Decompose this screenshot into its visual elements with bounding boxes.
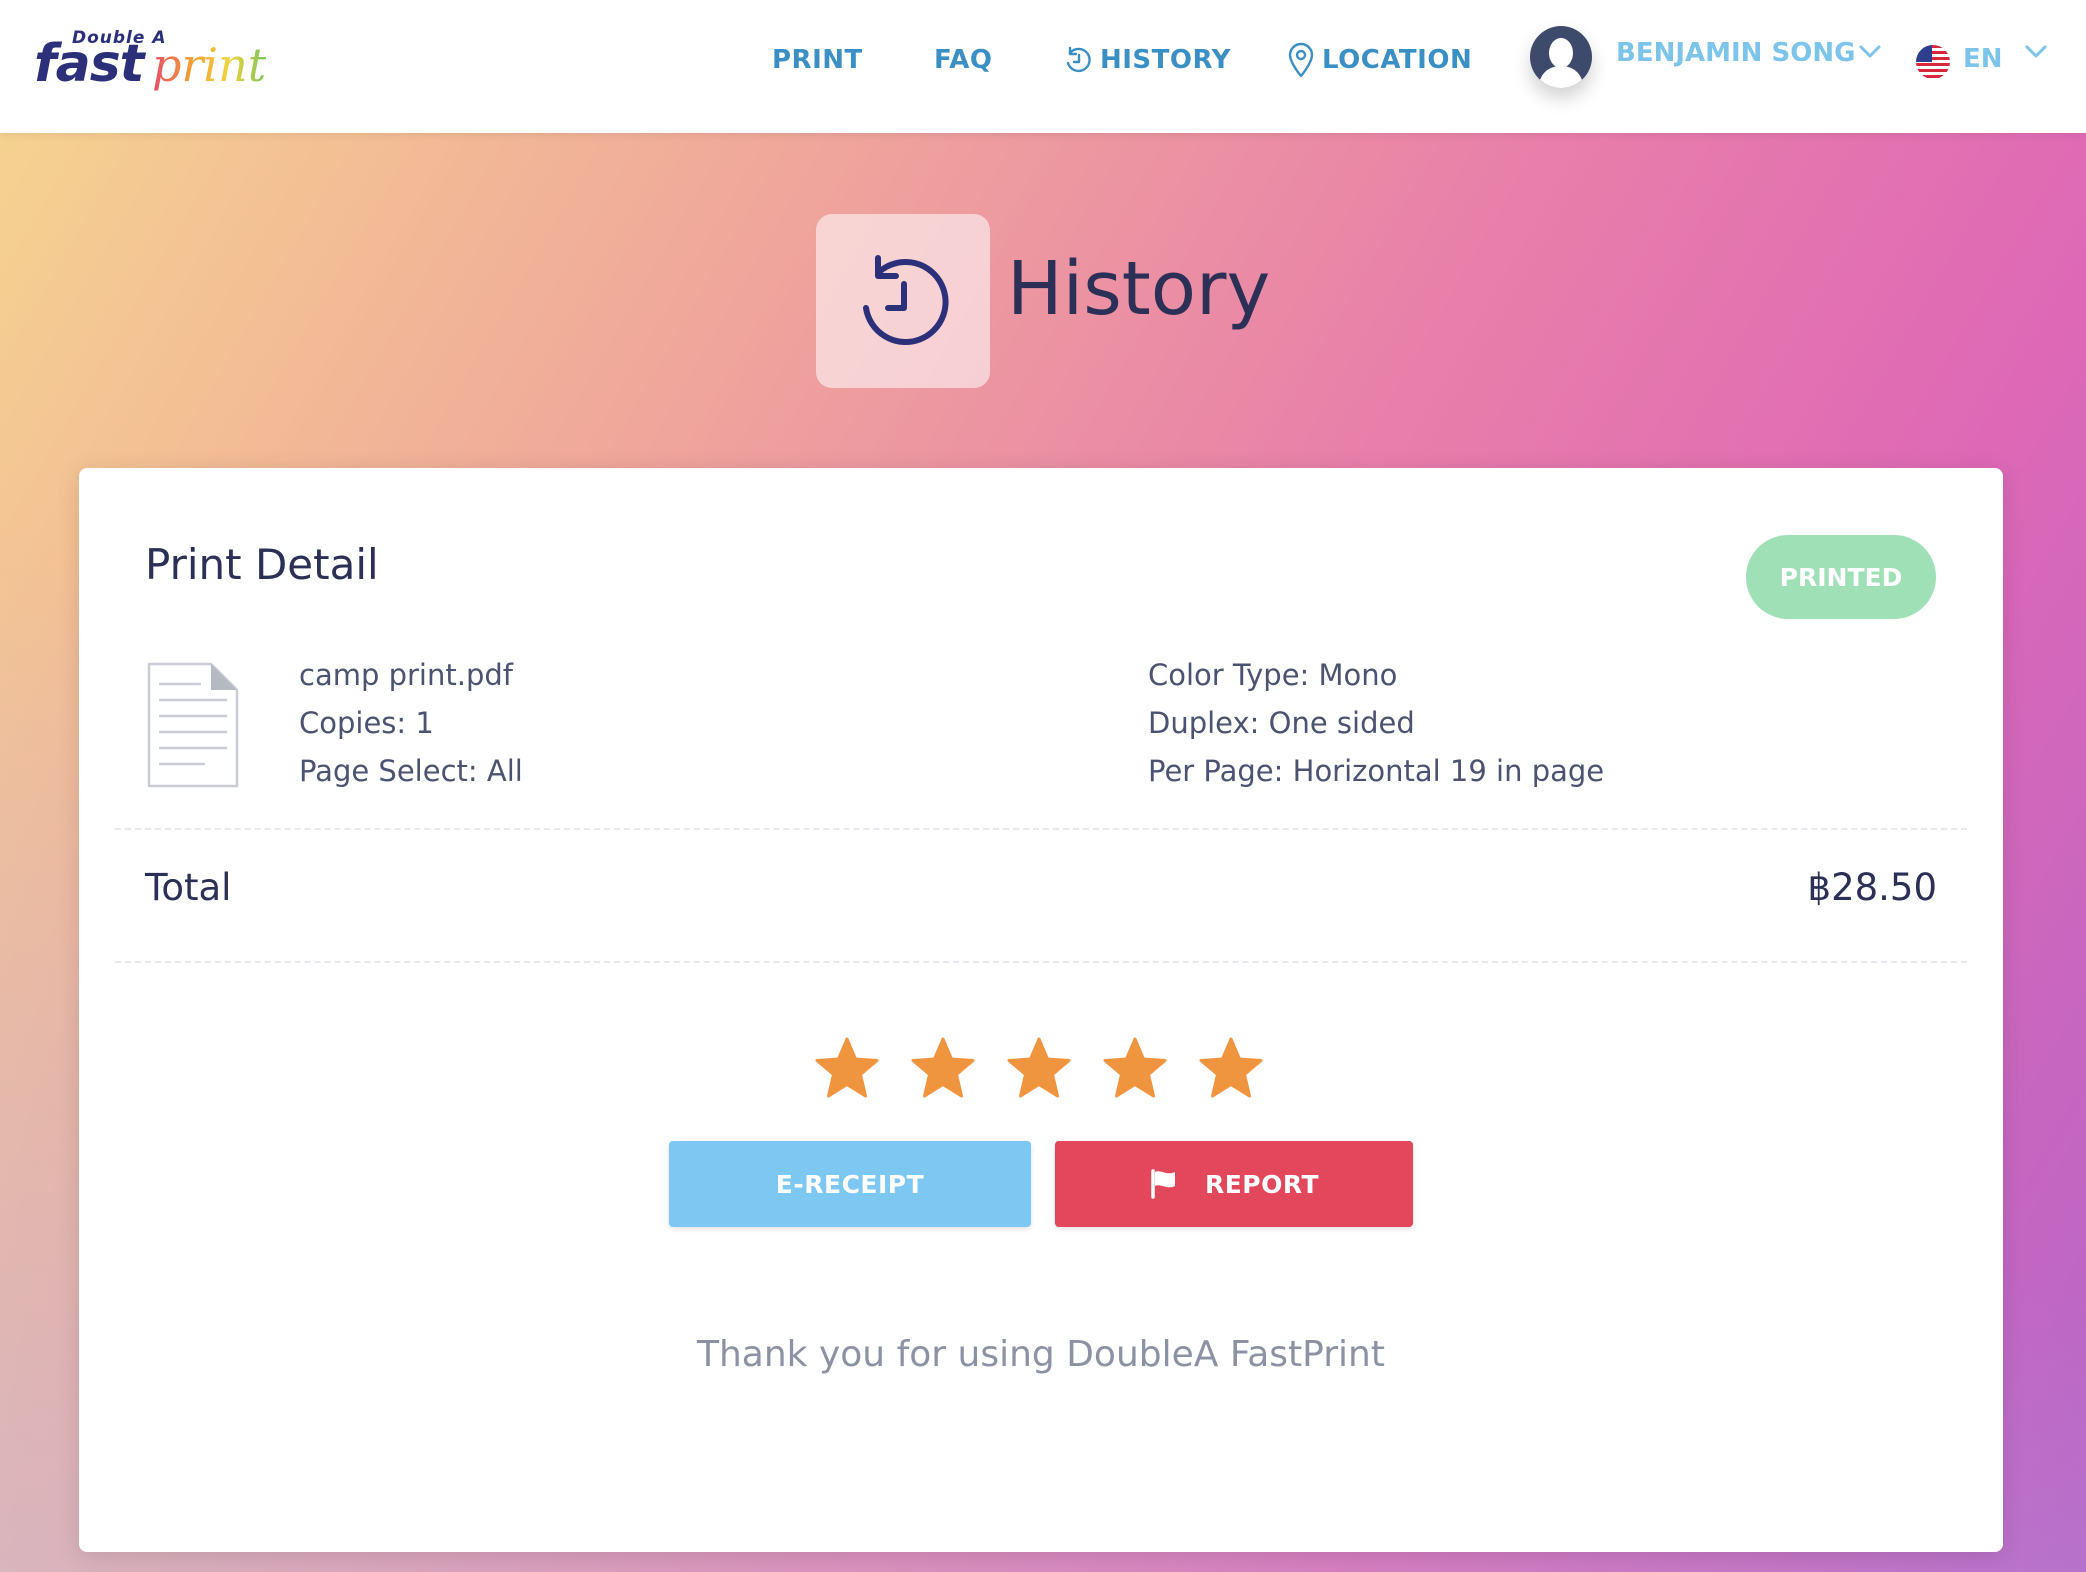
top-navbar: Double A fast print PRINT FAQ HISTORY LO… (0, 0, 2086, 133)
total-value: ฿28.50 (1807, 866, 1937, 909)
chevron-down-icon[interactable] (1858, 44, 1882, 60)
report-button[interactable]: REPORT (1055, 1141, 1413, 1227)
nav-faq-label: FAQ (934, 45, 993, 75)
user-name[interactable]: BENJAMIN SONG (1616, 38, 1855, 68)
us-flag-icon[interactable] (1916, 45, 1950, 79)
rating-stars (813, 1036, 1265, 1102)
status-badge: PRINTED (1746, 535, 1936, 619)
star-icon[interactable] (909, 1036, 977, 1102)
history-icon (1066, 46, 1091, 73)
language-code[interactable]: EN (1963, 44, 2003, 74)
e-receipt-label: E-RECEIPT (775, 1169, 925, 1199)
file-name: camp print.pdf (299, 658, 513, 692)
nav-history[interactable]: HISTORY (1062, 40, 1231, 80)
nav-faq[interactable]: FAQ (934, 40, 993, 80)
nav-location[interactable]: LOCATION (1286, 40, 1472, 80)
star-icon[interactable] (813, 1036, 881, 1102)
logo-fast: fast (34, 34, 145, 94)
nav-location-label: LOCATION (1322, 45, 1473, 75)
nav-print-label: PRINT (772, 45, 863, 75)
document-icon (147, 662, 239, 788)
page-title-icon-box (816, 214, 990, 388)
duplex: Duplex: One sided (1148, 706, 1415, 740)
user-silhouette-icon (1538, 38, 1584, 88)
logo-print: print (152, 38, 267, 92)
nav-print[interactable]: PRINT (772, 40, 863, 80)
thank-you-message: Thank you for using DoubleA FastPrint (697, 1334, 1385, 1375)
report-label: REPORT (1204, 1169, 1320, 1199)
e-receipt-button[interactable]: E-RECEIPT (669, 1141, 1031, 1227)
avatar[interactable] (1530, 26, 1592, 88)
color-type: Color Type: Mono (1148, 658, 1398, 692)
divider (115, 828, 1967, 830)
card-title: Print Detail (145, 540, 379, 589)
page-title: History (1007, 246, 1271, 332)
history-icon (863, 255, 949, 345)
location-pin-icon (1288, 42, 1314, 78)
fastprint-logo[interactable]: Double A fast print (34, 28, 266, 98)
star-icon[interactable] (1197, 1036, 1265, 1102)
star-icon[interactable] (1005, 1036, 1073, 1102)
nav-history-label: HISTORY (1100, 45, 1231, 75)
total-label: Total (145, 866, 232, 909)
language-chevron-down-icon[interactable] (2024, 44, 2048, 60)
star-icon[interactable] (1101, 1036, 1169, 1102)
print-detail-card: Print Detail PRINTED camp print.pdf Copi… (79, 468, 2003, 1552)
flag-icon (1151, 1169, 1175, 1199)
page-select: Page Select: All (299, 754, 523, 788)
per-page: Per Page: Horizontal 19 in page (1148, 754, 1605, 788)
divider (115, 961, 1967, 963)
copies: Copies: 1 (299, 706, 434, 740)
